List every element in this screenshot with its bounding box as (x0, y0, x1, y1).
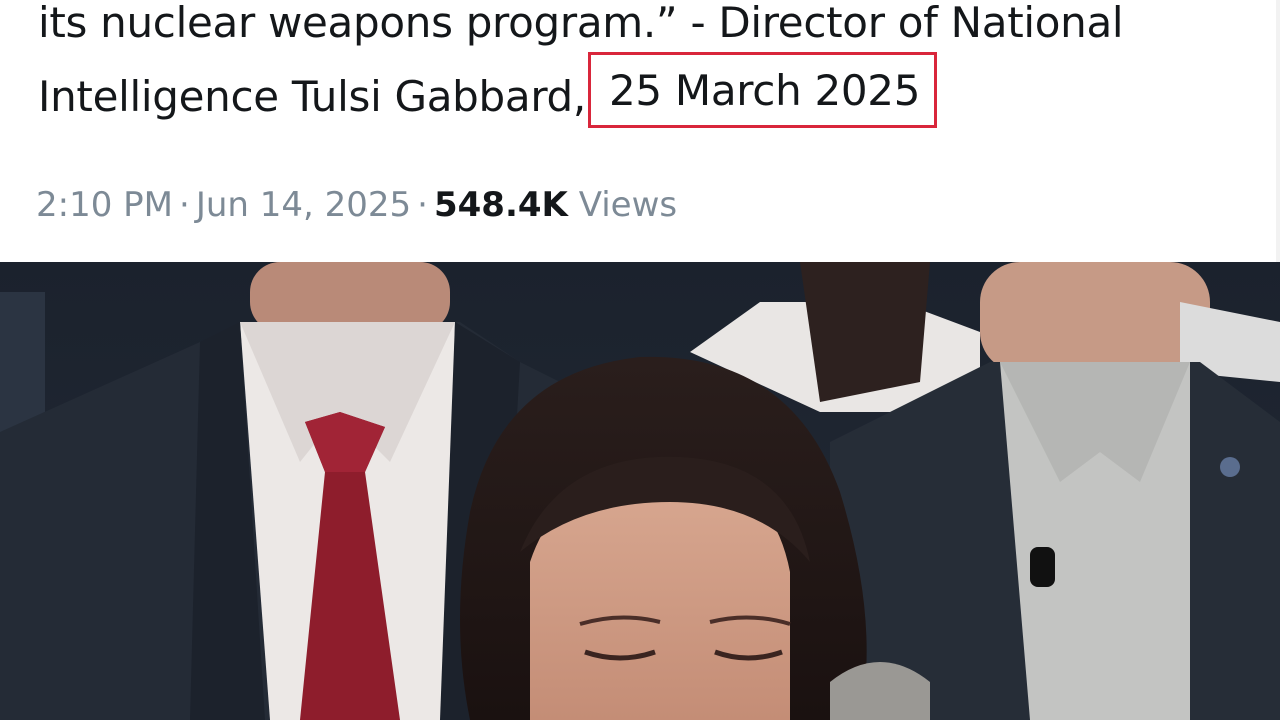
video-still[interactable] (0, 262, 1280, 720)
tweet-text-line-1: its nuclear weapons program.” - Director… (38, 0, 1124, 47)
views-label: Views (578, 185, 678, 225)
meta-separator: · (179, 185, 190, 225)
meta-separator: · (417, 185, 428, 225)
tweet-text: its nuclear weapons program.” - Director… (38, 0, 1258, 134)
tweet-card: its nuclear weapons program.” - Director… (0, 0, 1280, 262)
tweet-date[interactable]: Jun 14, 2025 (196, 185, 411, 225)
view-count: 548.4K (433, 185, 568, 225)
tweet-meta: 2:10 PM · Jun 14, 2025 · 548.4K Views (36, 180, 677, 230)
tweet-text-line-2: Intelligence Tulsi Gabbard, 25 March 2025 (38, 52, 1258, 134)
video-scene-image (0, 262, 1280, 720)
tweet-time[interactable]: 2:10 PM (36, 185, 173, 225)
tweet-text-line-2-prefix: Intelligence Tulsi Gabbard, (38, 72, 586, 121)
highlighted-date: 25 March 2025 (587, 52, 938, 128)
